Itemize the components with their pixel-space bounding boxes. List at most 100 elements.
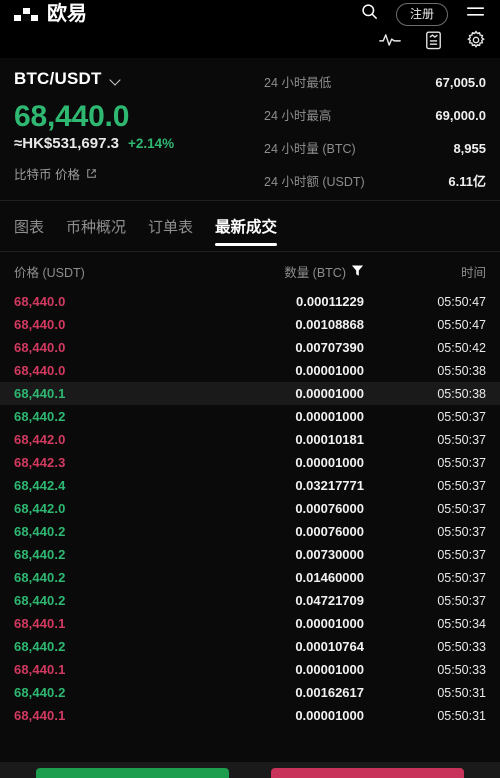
filter-funnel-icon[interactable] bbox=[351, 264, 364, 280]
table-row[interactable]: 68,440.1 0.00001000 05:50:34 bbox=[0, 612, 500, 635]
price-change-percent: +2.14% bbox=[127, 136, 175, 151]
trade-price: 68,440.0 bbox=[14, 317, 66, 332]
trade-time: 05:50:37 bbox=[437, 432, 486, 447]
column-header-amount-label: 数量 (BTC) bbox=[284, 266, 346, 280]
trade-time: 05:50:37 bbox=[437, 593, 486, 608]
pair-selector[interactable]: BTC/USDT bbox=[14, 69, 264, 89]
trade-price: 68,440.2 bbox=[14, 547, 66, 562]
stat-row: 24 小时量 (BTC) 8,955 bbox=[264, 138, 486, 157]
buy-button[interactable] bbox=[36, 768, 229, 778]
content-tabs: 图表 币种概况 订单表 最新成交 bbox=[0, 201, 500, 251]
table-row[interactable]: 68,440.0 0.00108868 05:50:47 bbox=[0, 313, 500, 336]
trade-time: 05:50:37 bbox=[437, 547, 486, 562]
trade-price: 68,440.1 bbox=[14, 386, 66, 401]
trade-time: 05:50:31 bbox=[437, 708, 486, 723]
trade-time: 05:50:37 bbox=[437, 570, 486, 585]
trade-time: 05:50:38 bbox=[437, 363, 486, 378]
table-row[interactable]: 68,442.0 0.00076000 05:50:37 bbox=[0, 497, 500, 520]
stat-row: 24 小时最低 67,005.0 bbox=[264, 72, 486, 91]
brand-name: 欧易 bbox=[47, 3, 87, 25]
trades-list[interactable]: 68,440.0 0.00011229 05:50:47 68,440.0 0.0010… bbox=[0, 290, 500, 727]
trade-amount: 0.00162617 bbox=[295, 685, 364, 700]
trade-amount: 0.00730000 bbox=[295, 547, 364, 562]
table-row[interactable]: 68,440.0 0.00011229 05:50:47 bbox=[0, 290, 500, 313]
trade-time: 05:50:34 bbox=[437, 616, 486, 631]
fiat-price: ≈HK$531,697.3 bbox=[14, 135, 119, 152]
table-row[interactable]: 68,440.1 0.00001000 05:50:38 bbox=[0, 382, 500, 405]
gear-icon[interactable] bbox=[466, 29, 486, 55]
table-row[interactable]: 68,440.2 0.00076000 05:50:37 bbox=[0, 520, 500, 543]
trade-time: 05:50:37 bbox=[437, 409, 486, 424]
trade-price: 68,442.0 bbox=[14, 432, 66, 447]
trade-price: 68,440.2 bbox=[14, 593, 66, 608]
table-row[interactable]: 68,442.0 0.00010181 05:50:37 bbox=[0, 428, 500, 451]
chevron-down-icon[interactable] bbox=[111, 76, 122, 83]
brand[interactable]: 欧易 bbox=[14, 4, 87, 24]
table-row[interactable]: 68,440.1 0.00001000 05:50:33 bbox=[0, 658, 500, 681]
table-row[interactable]: 68,440.2 0.00010764 05:50:33 bbox=[0, 635, 500, 658]
table-row[interactable]: 68,440.2 0.00730000 05:50:37 bbox=[0, 543, 500, 566]
trade-amount: 0.00001000 bbox=[295, 455, 364, 470]
column-header-amount: 数量 (BTC) bbox=[229, 262, 366, 281]
table-row[interactable]: 68,440.0 0.00001000 05:50:38 bbox=[0, 359, 500, 382]
bottom-action-bar bbox=[0, 762, 500, 778]
trade-time: 05:50:37 bbox=[437, 501, 486, 516]
trade-price: 68,440.2 bbox=[14, 524, 66, 539]
trade-price: 68,442.0 bbox=[14, 501, 66, 516]
tab-coin-overview[interactable]: 币种概况 bbox=[66, 216, 126, 250]
trade-amount: 0.00001000 bbox=[295, 662, 364, 677]
trade-time: 05:50:31 bbox=[437, 685, 486, 700]
trade-price: 68,440.1 bbox=[14, 662, 66, 677]
external-link-icon bbox=[86, 168, 97, 179]
table-row[interactable]: 68,440.2 0.04721709 05:50:37 bbox=[0, 589, 500, 612]
tab-chart[interactable]: 图表 bbox=[14, 216, 44, 250]
stat-value: 69,000.0 bbox=[435, 108, 486, 123]
trades-table-header: 价格 (USDT) 数量 (BTC) 时间 bbox=[0, 252, 500, 290]
column-header-time: 时间 bbox=[460, 266, 486, 280]
stat-value: 6.11亿 bbox=[448, 174, 486, 189]
trade-amount: 0.00108868 bbox=[295, 317, 364, 332]
table-row[interactable]: 68,442.3 0.00001000 05:50:37 bbox=[0, 451, 500, 474]
trade-amount: 0.00011229 bbox=[296, 294, 364, 309]
table-row[interactable]: 68,440.1 0.00001000 05:50:31 bbox=[0, 704, 500, 727]
trade-price: 68,442.3 bbox=[14, 455, 66, 470]
trade-time: 05:50:47 bbox=[437, 294, 486, 309]
activity-pulse-icon[interactable] bbox=[379, 32, 401, 53]
table-row[interactable]: 68,440.2 0.00162617 05:50:31 bbox=[0, 681, 500, 704]
sell-button[interactable] bbox=[271, 768, 464, 778]
search-icon[interactable] bbox=[360, 2, 379, 26]
table-row[interactable]: 68,440.0 0.00707390 05:50:42 bbox=[0, 336, 500, 359]
trade-time: 05:50:37 bbox=[437, 455, 486, 470]
trade-amount: 0.00707390 bbox=[295, 340, 364, 355]
trade-time: 05:50:42 bbox=[437, 340, 486, 355]
trade-price: 68,440.2 bbox=[14, 409, 66, 424]
trade-amount: 0.03217771 bbox=[295, 478, 364, 493]
coin-price-link[interactable]: 比特币 价格 bbox=[14, 164, 264, 183]
app-header: 欧易 注册 bbox=[0, 0, 500, 28]
trade-time: 05:50:37 bbox=[437, 524, 486, 539]
quote-panel: BTC/USDT 68,440.0 ≈HK$531,697.3 +2.14% 比… bbox=[0, 58, 500, 200]
tab-latest-trades[interactable]: 最新成交 bbox=[215, 215, 278, 250]
trade-price: 68,440.2 bbox=[14, 570, 66, 585]
column-header-price: 价格 (USDT) bbox=[14, 266, 85, 280]
table-row[interactable]: 68,442.4 0.03217771 05:50:37 bbox=[0, 474, 500, 497]
trade-amount: 0.00076000 bbox=[295, 524, 364, 539]
stat-label: 24 小时量 (BTC) bbox=[264, 142, 356, 156]
trade-price: 68,440.2 bbox=[14, 685, 66, 700]
hamburger-menu-icon[interactable] bbox=[465, 4, 486, 24]
stat-row: 24 小时最高 69,000.0 bbox=[264, 105, 486, 124]
trade-price: 68,440.2 bbox=[14, 639, 66, 654]
table-row[interactable]: 68,440.2 0.00001000 05:50:37 bbox=[0, 405, 500, 428]
trade-time: 05:50:37 bbox=[437, 478, 486, 493]
clipboard-chart-icon[interactable] bbox=[425, 30, 442, 55]
register-button[interactable]: 注册 bbox=[395, 2, 448, 26]
tab-order-book[interactable]: 订单表 bbox=[148, 216, 193, 250]
trade-amount: 0.01460000 bbox=[295, 570, 364, 585]
trade-time: 05:50:38 bbox=[437, 386, 486, 401]
coin-price-link-label: 比特币 价格 bbox=[14, 168, 80, 182]
table-row[interactable]: 68,440.2 0.01460000 05:50:37 bbox=[0, 566, 500, 589]
trade-amount: 0.00010764 bbox=[295, 639, 364, 654]
trade-price: 68,440.0 bbox=[14, 363, 66, 378]
stat-row: 24 小时额 (USDT) 6.11亿 bbox=[264, 171, 486, 190]
trade-price: 68,440.0 bbox=[14, 340, 66, 355]
